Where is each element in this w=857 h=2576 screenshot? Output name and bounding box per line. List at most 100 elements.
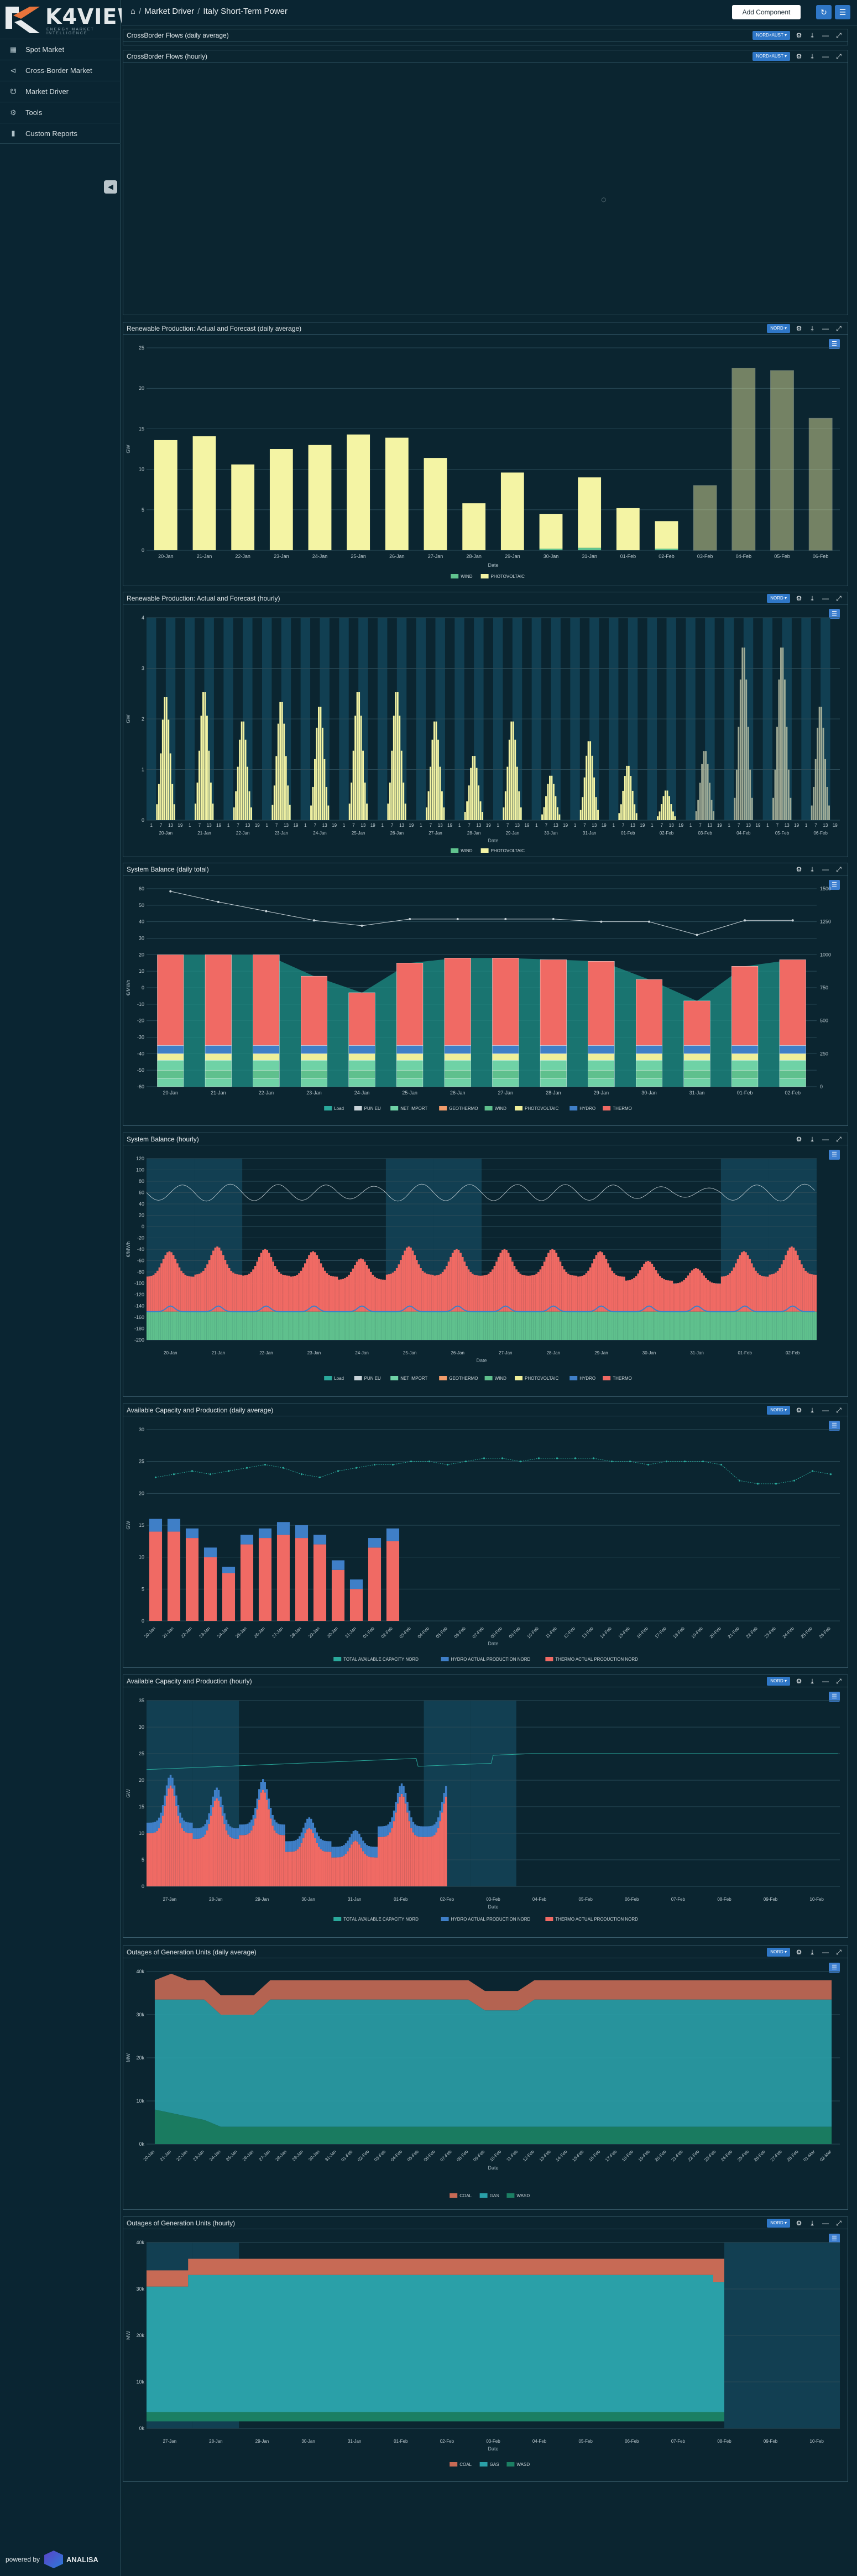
capacity-point xyxy=(665,1461,668,1463)
expand-icon[interactable]: ⤢ xyxy=(833,865,844,874)
zone-select[interactable]: NORD ▾ xyxy=(767,594,790,603)
minimize-icon[interactable]: — xyxy=(820,31,831,40)
add-component-button[interactable]: Add Component xyxy=(732,5,801,19)
thermo-slice xyxy=(285,1852,288,1886)
renewable-slice xyxy=(623,1311,625,1340)
minimize-icon[interactable]: — xyxy=(820,865,831,874)
download-icon[interactable]: ⤓ xyxy=(807,1677,818,1686)
download-icon[interactable]: ⤓ xyxy=(807,1406,818,1415)
sidebar-collapse-button[interactable]: ◀ xyxy=(104,180,117,194)
gear-icon[interactable]: ⚙ xyxy=(793,2219,804,2228)
minimize-icon[interactable]: — xyxy=(820,594,831,603)
minimize-icon[interactable]: — xyxy=(820,2219,831,2228)
thermo-slice xyxy=(339,1279,342,1312)
k4view-logo[interactable]: K4VIEW ENERGY MARKET INTELLIGENCE xyxy=(2,2,140,35)
sidebar-item-tools[interactable]: ⚙ Tools xyxy=(0,102,121,123)
gear-icon[interactable]: ⚙ xyxy=(793,1677,804,1686)
expand-icon[interactable]: ⤢ xyxy=(833,324,844,333)
expand-icon[interactable]: ⤢ xyxy=(833,1135,844,1144)
sidebar-item-spot-market[interactable]: ▦ Spot Market xyxy=(0,39,121,60)
expand-icon[interactable]: ⤢ xyxy=(833,594,844,603)
expand-icon[interactable]: ⤢ xyxy=(833,1406,844,1415)
renewable-slice xyxy=(286,1311,289,1340)
zone-select[interactable]: NORD ▾ xyxy=(767,1677,790,1686)
renewable-slice xyxy=(388,1311,390,1340)
x-tick-label: 03-Feb xyxy=(399,1626,412,1640)
expand-icon[interactable]: ⤢ xyxy=(833,52,844,61)
thermo-slice xyxy=(180,1270,182,1312)
gear-icon[interactable]: ⚙ xyxy=(793,1406,804,1415)
area-slice xyxy=(699,783,701,820)
minimize-icon[interactable]: — xyxy=(820,1677,831,1686)
renewable-slice xyxy=(647,1311,649,1340)
area-slice xyxy=(776,727,778,820)
renewable-slice xyxy=(705,1311,707,1340)
download-icon[interactable]: ⤓ xyxy=(807,31,818,40)
thermo-slice xyxy=(749,1259,751,1312)
gear-icon[interactable]: ⚙ xyxy=(793,865,804,874)
gas-area xyxy=(154,1999,832,2127)
sidebar-item-cross-border-market[interactable]: ⊲ Cross-Border Market xyxy=(0,60,121,81)
download-icon[interactable]: ⤓ xyxy=(807,2219,818,2228)
sidebar-item-custom-reports[interactable]: ▮ Custom Reports xyxy=(0,123,121,144)
hydro-slice xyxy=(358,1833,360,1845)
zone-select[interactable]: NORD ▾ xyxy=(767,324,790,333)
renewable-slice xyxy=(326,1311,328,1340)
gear-icon[interactable]: ⚙ xyxy=(793,1135,804,1144)
minimize-icon[interactable]: — xyxy=(820,1948,831,1957)
download-icon[interactable]: ⤓ xyxy=(807,52,818,61)
x-tick-label: 13 xyxy=(168,823,173,828)
gear-icon[interactable]: ⚙ xyxy=(793,594,804,603)
x-tick-label: 20-Feb xyxy=(654,2149,668,2163)
expand-icon[interactable]: ⤢ xyxy=(833,1677,844,1686)
renewable-slice xyxy=(339,1311,342,1340)
zone-select[interactable]: NORD ▾ xyxy=(767,2219,790,2228)
area-slice xyxy=(431,739,433,820)
gear-icon[interactable]: ⚙ xyxy=(793,324,804,333)
bar-segment xyxy=(588,1078,615,1087)
breadcrumb-item[interactable]: Market Driver xyxy=(144,7,194,16)
download-icon[interactable]: ⤓ xyxy=(807,1948,818,1957)
refresh-icon[interactable]: ↻ xyxy=(816,5,832,19)
thermo-slice xyxy=(791,1246,793,1312)
thermo-slice xyxy=(533,1275,536,1312)
gear-icon[interactable]: ⚙ xyxy=(793,1948,804,1957)
minimize-icon[interactable]: — xyxy=(820,1406,831,1415)
minimize-icon[interactable]: — xyxy=(820,1135,831,1144)
expand-icon[interactable]: ⤢ xyxy=(833,1948,844,1957)
minimize-icon[interactable]: — xyxy=(820,324,831,333)
menu-icon[interactable]: ☰ xyxy=(835,5,850,19)
thermo-slice xyxy=(545,1256,548,1312)
zone-select-value: NORD xyxy=(770,1678,783,1683)
zone-select[interactable]: NORD ▾ xyxy=(767,1406,790,1415)
x-tick-label: 7 xyxy=(699,823,702,828)
thermo-slice xyxy=(150,1275,153,1312)
download-icon[interactable]: ⤓ xyxy=(807,865,818,874)
zone-select[interactable]: NORD>AUST ▾ xyxy=(753,31,790,40)
y-axis-title: GW xyxy=(126,1789,131,1798)
renewable-slice xyxy=(398,1311,400,1340)
capacity-point xyxy=(501,1457,504,1459)
download-icon[interactable]: ⤓ xyxy=(807,324,818,333)
bar xyxy=(231,464,255,550)
bar xyxy=(578,477,602,548)
download-icon[interactable]: ⤓ xyxy=(807,594,818,603)
hydro-bar xyxy=(240,1535,254,1545)
home-icon[interactable]: ⌂ xyxy=(130,7,135,16)
sidebar-item-market-driver[interactable]: ☋ Market Driver xyxy=(0,81,121,102)
expand-icon[interactable]: ⤢ xyxy=(833,2219,844,2228)
download-icon[interactable]: ⤓ xyxy=(807,1135,818,1144)
minimize-icon[interactable]: — xyxy=(820,52,831,61)
hydro-slice xyxy=(231,1827,233,1838)
thermo-bar xyxy=(368,1547,382,1621)
hydro-slice xyxy=(206,1819,208,1831)
renewable-slice xyxy=(256,1311,258,1340)
gear-icon[interactable]: ⚙ xyxy=(793,31,804,40)
zone-select[interactable]: NORD>AUST ▾ xyxy=(753,52,790,61)
expand-icon[interactable]: ⤢ xyxy=(833,31,844,40)
zone-select[interactable]: NORD ▾ xyxy=(767,1948,790,1957)
x-tick-label: 1 xyxy=(265,823,268,828)
x-tick-label: 02-Mar xyxy=(819,2149,833,2163)
hydro-bar xyxy=(368,1538,382,1548)
gear-icon[interactable]: ⚙ xyxy=(793,52,804,61)
